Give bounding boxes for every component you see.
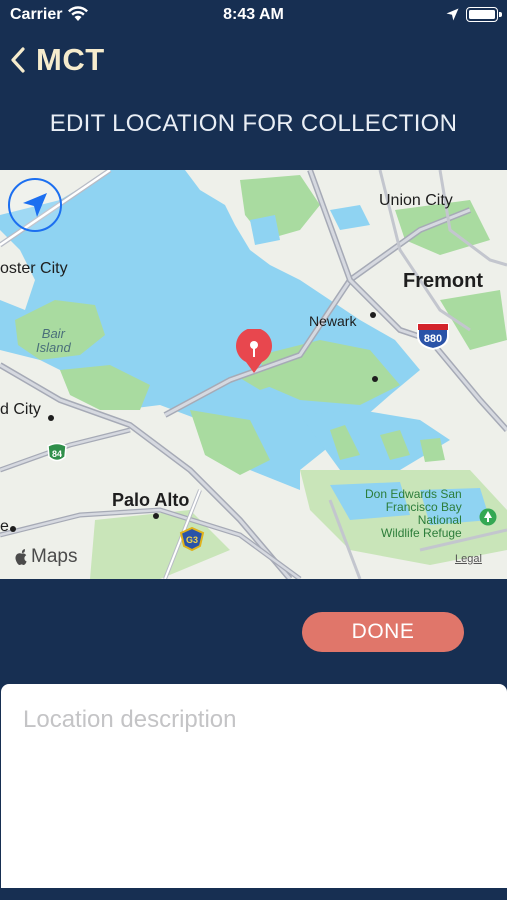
battery-level bbox=[469, 10, 495, 19]
locate-button[interactable] bbox=[8, 178, 62, 232]
park-icon bbox=[479, 508, 497, 526]
label-union-city: Union City bbox=[379, 192, 453, 209]
battery-icon bbox=[466, 7, 502, 22]
location-description-container bbox=[1, 684, 507, 888]
svg-text:84: 84 bbox=[52, 449, 62, 459]
label-newark: Newark bbox=[309, 313, 357, 329]
shield-g3: G3 bbox=[179, 527, 205, 551]
apple-logo-icon bbox=[15, 548, 27, 565]
redwood-city-dot bbox=[48, 415, 54, 421]
newark-dot bbox=[370, 312, 376, 318]
label-bair-island: Bair Island bbox=[36, 326, 71, 355]
chevron-left-icon bbox=[11, 47, 25, 73]
svg-text:880: 880 bbox=[424, 333, 442, 345]
mountain-view-dot bbox=[10, 526, 16, 532]
shield-i880: 880 bbox=[417, 323, 449, 350]
location-description-input[interactable] bbox=[1, 684, 507, 888]
legal-link[interactable]: Legal bbox=[455, 553, 482, 565]
map-pin-icon[interactable] bbox=[234, 329, 274, 375]
label-fremont: Fremont bbox=[403, 270, 483, 292]
apple-maps-attribution: Maps bbox=[14, 546, 77, 568]
done-button[interactable]: DONE bbox=[302, 612, 464, 652]
label-redwood-city: d City bbox=[0, 401, 41, 418]
label-mountain-view: e bbox=[0, 518, 9, 535]
label-foster-city: oster City bbox=[0, 260, 68, 277]
navigation-bar: MCT bbox=[0, 38, 507, 82]
map-view[interactable]: Union City oster City Fremont Newark Bai… bbox=[0, 170, 507, 579]
status-time: 8:43 AM bbox=[223, 6, 284, 23]
back-button[interactable]: MCT bbox=[10, 38, 105, 82]
label-wildlife-refuge: Don Edwards San Francisco Bay National W… bbox=[365, 487, 462, 540]
locate-arrow-icon bbox=[23, 193, 47, 217]
shield-ca84: 84 bbox=[47, 442, 67, 462]
svg-text:G3: G3 bbox=[186, 535, 198, 545]
maps-brand-label: Maps bbox=[31, 546, 78, 567]
page-heading: EDIT LOCATION FOR COLLECTION bbox=[49, 110, 458, 137]
union-city-dot bbox=[372, 376, 378, 382]
nav-title: MCT bbox=[36, 42, 105, 77]
status-bar: Carrier 8:43 AM bbox=[0, 0, 507, 30]
label-palo-alto: Palo Alto bbox=[112, 490, 190, 510]
location-arrow-icon bbox=[446, 8, 459, 21]
palo-alto-dot bbox=[153, 513, 159, 519]
